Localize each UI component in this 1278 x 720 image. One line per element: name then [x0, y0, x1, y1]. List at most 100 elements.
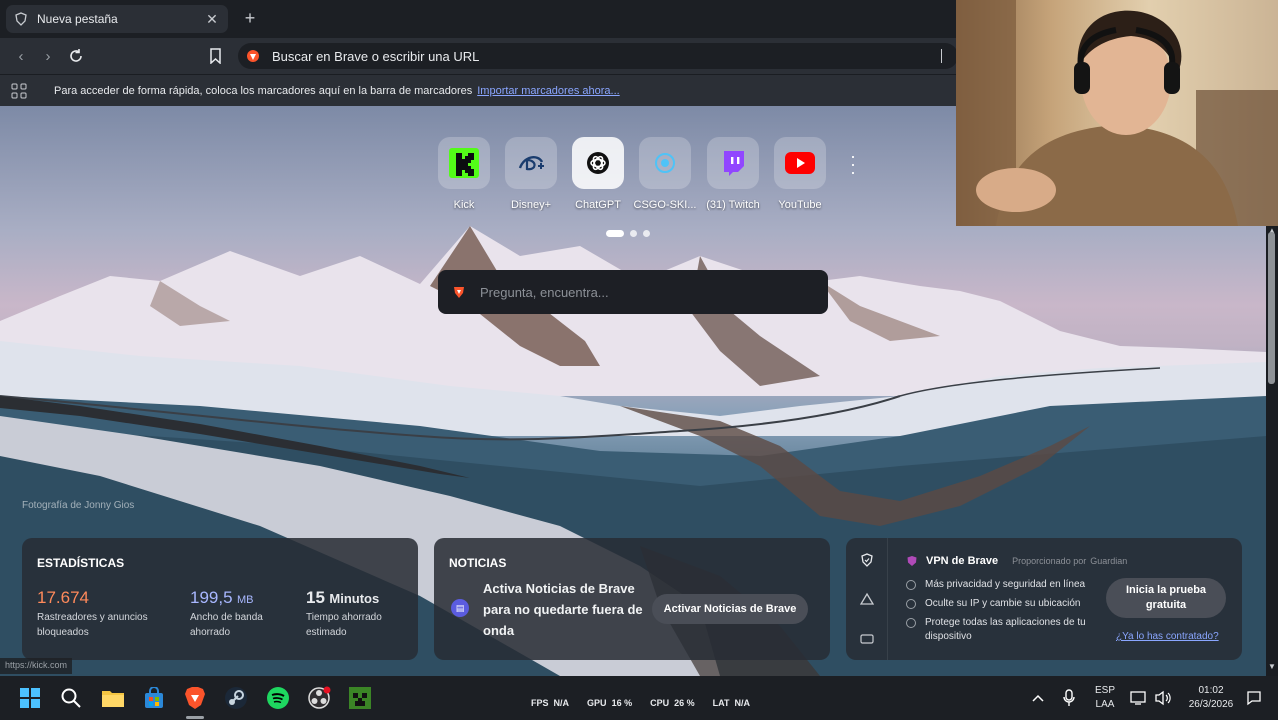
obs-icon[interactable] — [305, 684, 333, 712]
check-circle-icon — [906, 599, 916, 609]
windows-start-icon[interactable] — [16, 684, 44, 712]
chatgpt-icon — [587, 152, 609, 174]
already-contracted-link[interactable]: ¿Ya lo has contratado? — [1116, 631, 1219, 642]
csgo-skins-icon — [655, 153, 675, 173]
top-site-twitch[interactable]: (31) Twitch — [699, 137, 767, 211]
vpn-triangle-icon[interactable] — [860, 592, 874, 606]
disney-tile[interactable] — [505, 137, 557, 189]
twitch-tile[interactable] — [707, 137, 759, 189]
time-value: 15 — [306, 588, 325, 607]
scroll-down-icon[interactable]: ▼ — [1266, 662, 1278, 672]
check-circle-icon — [906, 580, 916, 590]
vpn-feature: Protege todas las aplicaciones de tu dis… — [906, 616, 1096, 644]
perf-fps: FPS N/A — [531, 698, 570, 708]
top-site-csgo[interactable]: CSGO-SKI... — [631, 137, 699, 211]
chevron-up-icon[interactable] — [1026, 684, 1050, 712]
widget-side-nav — [846, 538, 888, 660]
top-site-youtube[interactable]: YouTube — [766, 137, 834, 211]
top-site-kick[interactable]: Kick — [430, 137, 498, 211]
bookmark-icon[interactable] — [205, 46, 225, 66]
top-site-chatgpt[interactable]: ChatGPT — [564, 137, 632, 211]
vpn-feature-text: Protege todas las aplicaciones de tu dis… — [925, 617, 1086, 642]
top-site-label: Kick — [453, 199, 475, 211]
language-layout: LAA — [1095, 699, 1115, 710]
top-site-label: CSGO-SKI... — [633, 199, 697, 211]
top-site-label: (31) Twitch — [706, 199, 760, 211]
brave-lion-icon — [247, 50, 259, 62]
keyboard-language[interactable]: ESP LAA — [1090, 684, 1120, 712]
pager-dot[interactable] — [630, 230, 637, 237]
back-icon[interactable]: ‹ — [11, 46, 31, 66]
url-bar[interactable]: Buscar en Brave o escribir una URL — [238, 43, 958, 69]
top-site-label: Disney+ — [510, 199, 552, 211]
trackers-label: Rastreadores y anuncios bloqueados — [37, 612, 148, 638]
search-box[interactable]: Pregunta, encuentra... — [438, 270, 828, 314]
bandwidth-value: 199,5 — [190, 588, 233, 607]
clock-time: 01:02 — [1198, 685, 1224, 696]
volume-icon[interactable] — [1151, 684, 1175, 712]
photo-credit[interactable]: Fotografía de Jonny Gios — [22, 500, 134, 511]
brave-shield-icon — [15, 12, 27, 26]
vpn-feature-text: Más privacidad y seguridad en línea — [925, 579, 1086, 590]
time-label: Tiempo ahorrado estimado — [306, 612, 382, 638]
bandwidth-stat: 199,5 MB Ancho de banda ahorrado — [190, 588, 290, 640]
stats-widget: ESTADÍSTICAS 17.674 Rastreadores y anunc… — [22, 538, 418, 660]
active-app-indicator — [186, 716, 204, 719]
reload-icon[interactable] — [66, 46, 86, 66]
top-sites-more-icon[interactable]: · · · — [846, 147, 860, 181]
bookmarks-hint: Para acceder de forma rápida, coloca los… — [54, 84, 473, 97]
file-explorer-icon[interactable] — [99, 684, 127, 712]
news-icon: ▤ — [451, 599, 469, 617]
microphone-icon[interactable] — [1057, 684, 1081, 712]
start-trial-button[interactable]: Inicia la prueba gratuita — [1106, 578, 1226, 618]
stats-title: ESTADÍSTICAS — [37, 556, 125, 570]
store-icon[interactable] — [140, 684, 168, 712]
top-sites-pager — [606, 230, 650, 237]
check-circle-icon — [906, 618, 916, 628]
new-tab-button[interactable]: + — [240, 8, 260, 28]
perf-gpu: GPU 16 % — [587, 698, 633, 708]
steam-icon[interactable] — [222, 684, 250, 712]
kick-tile[interactable] — [438, 137, 490, 189]
spotify-icon[interactable] — [264, 684, 292, 712]
vpn-header: VPN de Brave Proporcionado por Guardian — [906, 555, 1127, 567]
search-placeholder: Pregunta, encuentra... — [480, 284, 609, 300]
webcam-overlay — [956, 0, 1278, 226]
pager-dot-active[interactable] — [606, 230, 624, 237]
import-bookmarks-link[interactable]: Importar marcadores ahora... — [477, 85, 619, 97]
activate-news-button[interactable]: Activar Noticias de Brave — [652, 594, 808, 624]
shield-icon[interactable] — [860, 553, 874, 567]
pager-dot[interactable] — [643, 230, 650, 237]
vpn-powered: Proporcionado por — [1012, 556, 1087, 566]
apps-grid-icon[interactable] — [11, 83, 27, 99]
minecraft-icon[interactable] — [346, 684, 374, 712]
youtube-tile[interactable] — [774, 137, 826, 189]
top-site-disney[interactable]: Disney+ — [497, 137, 565, 211]
tab-close-icon[interactable]: ✕ — [204, 11, 220, 28]
vpn-title: VPN de Brave — [926, 555, 999, 567]
trackers-value: 17.674 — [37, 588, 89, 607]
vpn-feature: Oculte su IP y cambie su ubicación — [906, 597, 1106, 611]
twitch-icon — [724, 151, 744, 176]
time-stat: 15 Minutos Tiempo ahorrado estimado — [306, 588, 406, 640]
perf-lat: LAT N/A — [712, 698, 750, 708]
vpn-provider: Guardian — [1090, 556, 1128, 566]
news-widget: NOTICIAS ▤ Activa Noticias de Brave para… — [434, 538, 830, 660]
brave-lion-icon — [454, 287, 464, 298]
search-icon[interactable] — [57, 684, 85, 712]
notifications-icon[interactable] — [1244, 684, 1264, 712]
network-icon[interactable] — [1127, 684, 1151, 712]
disney-plus-icon — [518, 156, 544, 171]
brave-browser-icon[interactable] — [181, 684, 209, 712]
chatgpt-tile[interactable] — [572, 137, 624, 189]
youtube-icon — [785, 152, 815, 174]
tab-new-tab[interactable]: Nueva pestaña ✕ — [6, 5, 228, 33]
clock[interactable]: 01:02 26/3/2026 — [1180, 684, 1242, 712]
scrollbar-thumb[interactable] — [1268, 232, 1275, 384]
top-site-label: ChatGPT — [575, 199, 621, 211]
talk-icon[interactable] — [860, 632, 874, 646]
clock-date: 26/3/2026 — [1188, 699, 1234, 710]
forward-icon[interactable]: › — [38, 46, 58, 66]
perf-cpu: CPU 26 % — [650, 698, 695, 708]
csgo-tile[interactable] — [639, 137, 691, 189]
